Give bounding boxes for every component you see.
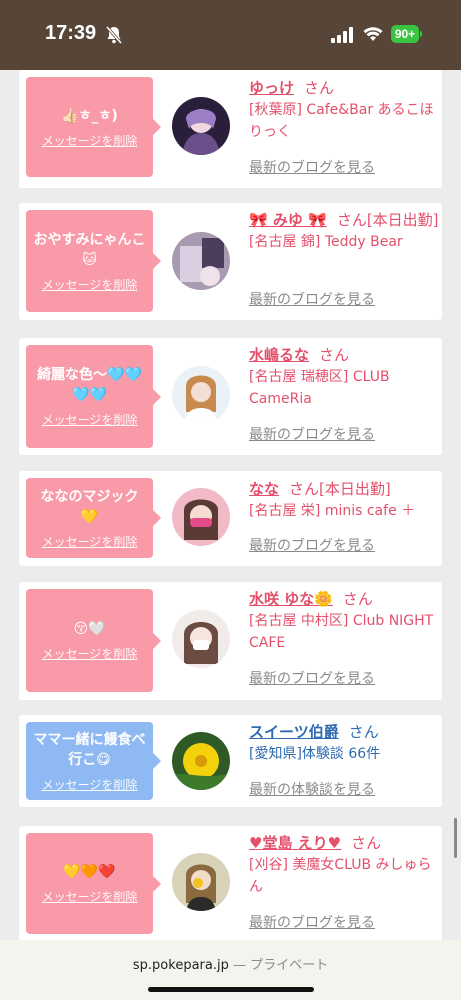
message-text: おやすみにゃんこ🐱	[33, 231, 146, 268]
name-line: ゆっけ さん	[249, 77, 439, 99]
message-card: 😚🤍 メッセージを削除 水咲 ゆな🌼 さん [名古屋 中村区] Club NIGH…	[19, 582, 442, 700]
cast-name-link[interactable]: ♥堂島 えり♥	[249, 834, 341, 852]
info-block: ♥堂島 えり♥ さん [刈谷] 美魔女CLUB みしゅらん 最新のブログを見る	[249, 832, 439, 936]
honorific: さん	[348, 723, 379, 741]
cast-name-link[interactable]: 水嶋るな	[249, 346, 309, 364]
avatar[interactable]	[172, 853, 230, 911]
cast-name-link[interactable]: 🎀 みゆ 🎀	[249, 211, 327, 229]
avatar[interactable]	[172, 97, 230, 155]
message-card: 👍🏻ㅎ_ㅎ) メッセージを削除 ゆっけ さん [秋葉原] Cafe&Bar あるこ…	[19, 70, 442, 188]
url-domain: sp.pokepara.jp	[132, 958, 229, 973]
cast-name-link[interactable]: なな	[249, 480, 279, 498]
wifi-icon	[363, 27, 383, 41]
review-info: [愛知県]体験談 66件	[249, 746, 381, 762]
message-text: 綺麗な色〜🩵🩵🩵🩵	[37, 367, 142, 403]
name-line: 水咲 ゆな🌼 さん	[249, 588, 439, 610]
honorific: さん[本日出勤]	[336, 211, 439, 229]
avatar[interactable]	[172, 488, 230, 546]
name-line: なな さん[本日出勤]	[249, 478, 439, 500]
latest-blog-link[interactable]: 最新のブログを見る	[249, 668, 375, 688]
home-indicator[interactable]	[148, 987, 314, 992]
message-text: 😚🤍	[73, 621, 106, 637]
name-line: 水嶋るな さん	[249, 344, 439, 366]
latest-blog-link[interactable]: 最新のブログを見る	[249, 289, 375, 309]
name-line: スイーツ伯爵 さん	[249, 721, 439, 743]
message-card: ママー緒に饅食べ行こ😋 メッセージを削除 スイーツ伯爵 さん [愛知県]体験談 6…	[19, 715, 442, 807]
avatar[interactable]	[172, 366, 230, 424]
private-mode-label: — プライベート	[228, 958, 329, 973]
message-bubble: 💛🧡❤️ メッセージを削除	[26, 833, 161, 934]
message-card: ななのマジック💛 メッセージを削除 なな さん[本日出勤] [名古屋 栄] min…	[19, 471, 442, 566]
avatar[interactable]	[172, 732, 230, 790]
honorific: さん	[342, 590, 373, 608]
message-card: おやすみにゃんこ🐱 メッセージを削除 🎀 みゆ 🎀 さん[本日出勤] [名古屋 錦…	[19, 203, 442, 320]
message-bubble: 👍🏻ㅎ_ㅎ) メッセージを削除	[26, 77, 161, 177]
info-block: スイーツ伯爵 さん [愛知県]体験談 66件 最新の体験談を見る	[249, 721, 439, 801]
delete-message-link[interactable]: メッセージを削除	[42, 776, 138, 793]
latest-blog-link[interactable]: 最新のブログを見る	[249, 535, 375, 555]
latest-review-link[interactable]: 最新の体験談を見る	[249, 779, 375, 799]
latest-blog-link[interactable]: 最新のブログを見る	[249, 912, 375, 932]
reviewer-name-link[interactable]: スイーツ伯爵	[249, 723, 339, 741]
name-line: ♥堂島 えり♥ さん	[249, 832, 439, 854]
delete-message-link[interactable]: メッセージを削除	[42, 533, 138, 550]
name-line: 🎀 みゆ 🎀 さん[本日出勤]	[249, 209, 439, 231]
delete-message-link[interactable]: メッセージを削除	[42, 888, 138, 905]
message-text: 👍🏻ㅎ_ㅎ)	[61, 107, 118, 124]
info-block: なな さん[本日出勤] [名古屋 栄] minis cafe ＋ 最新のブログを見…	[249, 478, 439, 558]
honorific: さん[本日出勤]	[289, 480, 391, 498]
latest-blog-link[interactable]: 最新のブログを見る	[249, 424, 375, 444]
delete-message-link[interactable]: メッセージを削除	[42, 411, 138, 428]
message-bubble: ななのマジック💛 メッセージを削除	[26, 478, 161, 558]
info-block: 水嶋るな さん [名古屋 瑞穂区] CLUB CameRia 最新のブログを見る	[249, 344, 439, 448]
shop-info: [名古屋 錦] Teddy Bear	[249, 234, 403, 250]
scrollbar[interactable]	[454, 818, 457, 858]
message-text: 💛🧡❤️	[63, 864, 116, 880]
status-time: 17:39	[45, 22, 97, 44]
message-text: ママー緒に饅食べ行こ😋	[33, 731, 146, 768]
cast-name-link[interactable]: 水咲 ゆな🌼	[249, 590, 333, 608]
message-bubble: おやすみにゃんこ🐱 メッセージを削除	[26, 210, 161, 312]
battery-indicator: 90+	[391, 25, 419, 43]
shop-info: [名古屋 中村区] Club NIGHT CAFE	[249, 613, 434, 651]
latest-blog-link[interactable]: 最新のブログを見る	[249, 157, 375, 177]
avatar[interactable]	[172, 610, 230, 668]
message-bubble: ママー緒に饅食べ行こ😋 メッセージを削除	[26, 722, 161, 800]
cellular-signal-icon	[331, 27, 353, 43]
cast-name-link[interactable]: ゆっけ	[249, 79, 294, 97]
shop-info: [名古屋 栄] minis cafe ＋	[249, 503, 416, 519]
honorific: さん	[351, 834, 382, 852]
message-card: 綺麗な色〜🩵🩵🩵🩵 メッセージを削除 水嶋るな さん [名古屋 瑞穂区] CLUB…	[19, 338, 442, 455]
avatar[interactable]	[172, 232, 230, 290]
delete-message-link[interactable]: メッセージを削除	[42, 132, 138, 149]
info-block: 🎀 みゆ 🎀 さん[本日出勤] [名古屋 錦] Teddy Bear 最新のブログ…	[249, 209, 439, 313]
url-bar[interactable]: sp.pokepara.jp — プライベート	[0, 954, 461, 973]
bell-slash-icon	[105, 26, 123, 44]
delete-message-link[interactable]: メッセージを削除	[42, 645, 138, 662]
message-card: 💛🧡❤️ メッセージを削除 ♥堂島 えり♥ さん [刈谷] 美魔女CLUB みしゅ…	[19, 826, 442, 942]
honorific: さん	[304, 79, 335, 97]
shop-info: [秋葉原] Cafe&Bar あるこほりっく	[249, 102, 434, 140]
info-block: ゆっけ さん [秋葉原] Cafe&Bar あるこほりっく 最新のブログを見る	[249, 77, 439, 181]
message-text: ななのマジック💛	[40, 488, 139, 525]
shop-info: [刈谷] 美魔女CLUB みしゅらん	[249, 857, 432, 895]
message-bubble: 😚🤍 メッセージを削除	[26, 589, 161, 692]
delete-message-link[interactable]: メッセージを削除	[42, 276, 138, 293]
honorific: さん	[319, 346, 350, 364]
message-bubble: 綺麗な色〜🩵🩵🩵🩵 メッセージを削除	[26, 345, 161, 448]
shop-info: [名古屋 瑞穂区] CLUB CameRia	[249, 369, 390, 407]
info-block: 水咲 ゆな🌼 さん [名古屋 中村区] Club NIGHT CAFE 最新のブロ…	[249, 588, 439, 692]
status-bar: 17:39 90+	[0, 0, 461, 70]
battery-tip	[420, 31, 422, 37]
browser-bottom-bar: sp.pokepara.jp — プライベート	[0, 940, 461, 1000]
